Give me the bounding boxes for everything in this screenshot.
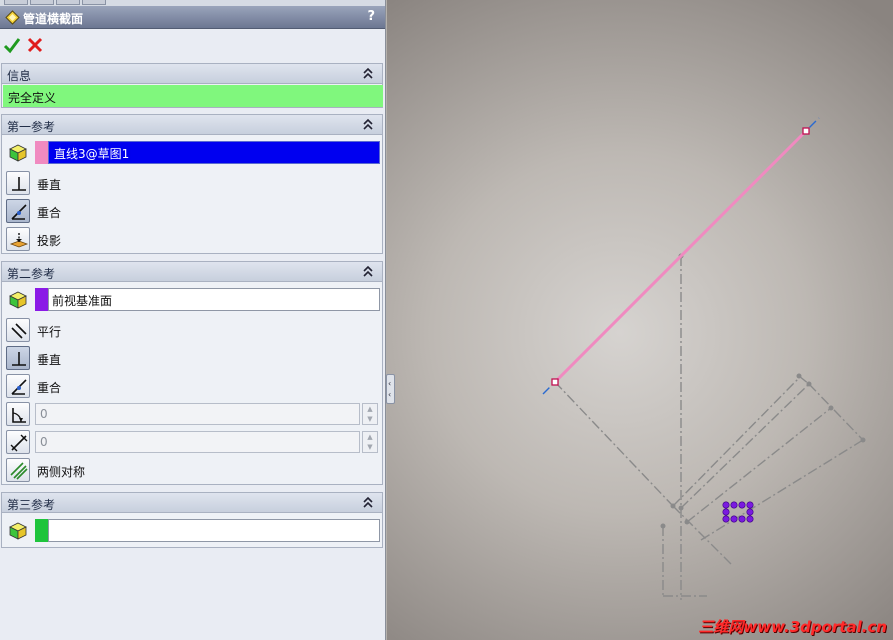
first-reference-title: 第一参考: [7, 120, 56, 134]
angle-input[interactable]: 0: [35, 403, 360, 425]
panel-splitter-handle[interactable]: ‹ ‹: [386, 374, 395, 404]
cancel-button[interactable]: [25, 35, 45, 55]
symmetric-option[interactable]: 两侧对称: [6, 458, 206, 482]
line-end-point[interactable]: [802, 127, 810, 135]
third-reference-field[interactable]: [48, 519, 380, 542]
profile-markers: [722, 501, 754, 523]
checkmark-icon: [3, 38, 21, 54]
first-reference-header[interactable]: 第一参考: [2, 115, 382, 135]
angle-row: 0 ▲ ▼: [6, 402, 380, 426]
graphics-viewport[interactable]: 三维网www.3dportal.cn: [387, 0, 893, 640]
perpendicular-button[interactable]: [6, 171, 30, 195]
second-reference-field[interactable]: 前视基准面: [48, 288, 380, 311]
parallel-button[interactable]: [6, 318, 30, 342]
info-section-title: 信息: [7, 69, 32, 83]
distance-icon: [10, 434, 28, 452]
line-start-point[interactable]: [551, 378, 559, 386]
angle-spinner[interactable]: ▲ ▼: [362, 403, 378, 425]
cube-icon: [9, 144, 27, 162]
distance-row: 0 ▲ ▼: [6, 430, 380, 454]
third-reference-entity-row: [6, 519, 380, 543]
panel-tab-property[interactable]: [30, 0, 54, 5]
symmetric-icon: [10, 462, 28, 480]
third-reference-title: 第三参考: [7, 498, 56, 512]
third-reference-section: 第三参考: [1, 492, 383, 548]
third-reference-header[interactable]: 第三参考: [2, 493, 382, 513]
projection-label: 投影: [37, 234, 62, 248]
watermark: 三维网www.3dportal.cn: [698, 618, 887, 636]
ref1-perpendicular-option[interactable]: 垂直: [6, 171, 206, 195]
double-chevron-up-icon[interactable]: [362, 495, 374, 509]
parallel-icon: [11, 323, 27, 339]
cross-icon: [27, 37, 43, 53]
confirm-button[interactable]: [2, 35, 22, 55]
panel-tab-feature[interactable]: [4, 0, 28, 5]
coincident-label: 重合: [37, 206, 62, 220]
second-reference-entity-row: 前视基准面: [6, 288, 380, 312]
first-reference-value: 直线3@草图1: [52, 147, 132, 161]
second-reference-section: 第二参考 前视基准面 平行 垂直 重合 0 ▲ ▼ 0 ▲ ▼ 两侧对称: [1, 261, 383, 485]
first-reference-field[interactable]: 直线3@草图1: [48, 141, 380, 164]
sketch-canvas[interactable]: [387, 0, 893, 640]
ref2-perpendicular-option[interactable]: 垂直: [6, 346, 206, 370]
property-manager-panel: 管道横截面 ? 信息 完全定义 第一参考 直线3@草图1 垂直 重合 投影 第二…: [0, 0, 386, 640]
third-reference-color-chip: [35, 519, 48, 542]
panel-title-bar: 管道横截面 ?: [0, 6, 385, 29]
second-reference-color-chip: [35, 288, 48, 311]
distance-input[interactable]: 0: [35, 431, 360, 453]
parallel-label: 平行: [37, 325, 62, 339]
projection-button[interactable]: [6, 227, 30, 251]
panel-title: 管道横截面: [23, 12, 84, 26]
panel-tab-config[interactable]: [56, 0, 80, 5]
coincident-icon: [11, 379, 27, 395]
perpendicular-button[interactable]: [6, 346, 30, 370]
perpendicular-label: 垂直: [37, 178, 62, 192]
second-reference-header[interactable]: 第二参考: [2, 262, 382, 282]
coincident-label: 重合: [37, 381, 62, 395]
ref1-coincident-option[interactable]: 重合: [6, 199, 206, 223]
second-reference-value: 前视基准面: [52, 294, 113, 308]
coincident-icon: [11, 204, 27, 220]
info-section: 信息 完全定义: [1, 63, 383, 108]
perpendicular-icon: [12, 177, 26, 191]
double-chevron-up-icon[interactable]: [362, 117, 374, 131]
double-chevron-up-icon[interactable]: [362, 66, 374, 80]
projection-icon: [9, 233, 29, 248]
symmetric-label: 两侧对称: [37, 465, 86, 479]
help-button[interactable]: ?: [367, 9, 375, 24]
first-reference-color-chip: [35, 141, 48, 164]
distance-button[interactable]: [6, 430, 30, 454]
double-chevron-up-icon[interactable]: [362, 264, 374, 278]
status-text: 完全定义: [3, 85, 383, 107]
cube-icon: [9, 522, 27, 540]
perpendicular-icon: [12, 352, 26, 366]
angle-button[interactable]: [6, 402, 30, 426]
cube-icon: [9, 291, 27, 309]
coincident-button[interactable]: [6, 199, 30, 223]
info-section-header[interactable]: 信息: [2, 64, 382, 84]
ref2-parallel-option[interactable]: 平行: [6, 318, 206, 342]
distance-spinner[interactable]: ▲ ▼: [362, 431, 378, 453]
ref1-projection-option[interactable]: 投影: [6, 227, 206, 251]
first-reference-section: 第一参考 直线3@草图1 垂直 重合 投影: [1, 114, 383, 254]
perpendicular-label: 垂直: [37, 353, 62, 367]
coincident-button[interactable]: [6, 374, 30, 398]
first-reference-entity-row: 直线3@草图1: [6, 141, 380, 165]
construction-geometry: [554, 256, 864, 600]
selected-sketch-line[interactable]: [553, 129, 808, 384]
diamond-icon: [5, 10, 20, 25]
angle-icon: [12, 408, 26, 423]
second-reference-title: 第二参考: [7, 267, 56, 281]
ref2-coincident-option[interactable]: 重合: [6, 374, 206, 398]
panel-tab-display[interactable]: [82, 0, 106, 5]
symmetric-button[interactable]: [6, 458, 30, 482]
